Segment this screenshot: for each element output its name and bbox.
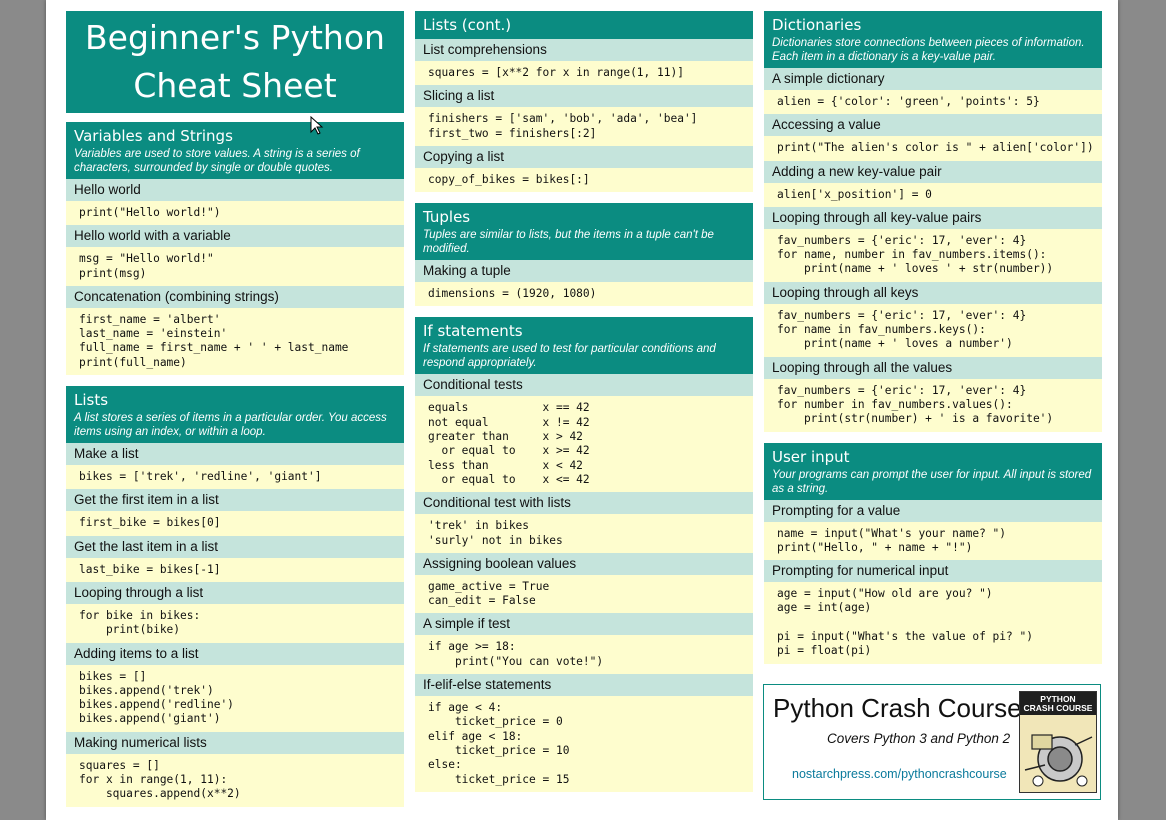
item-label: Prompting for a value xyxy=(764,499,1102,522)
code-snippet: finishers = ['sam', 'bob', 'ada', 'bea']… xyxy=(415,107,753,146)
section-description: Tuples are similar to lists, but the ite… xyxy=(423,229,714,256)
section-lists-cont: Lists (cont.) List comprehensions squares … xyxy=(415,11,753,193)
section-header: Tuples Tuples are similar to lists, but t… xyxy=(415,203,753,261)
item-label: If-elif-else statements xyxy=(415,674,753,697)
column-3: Dictionaries Dictionaries store connectio… xyxy=(764,0,1102,664)
item-label: Get the first item in a list xyxy=(66,489,404,512)
book-cover-image: PYTHON CRASH COURSE xyxy=(1019,691,1097,793)
item-label: Adding a new key-value pair xyxy=(764,160,1102,183)
code-snippet: 'trek' in bikes 'surly' not in bikes xyxy=(415,514,753,553)
item-label: A simple dictionary xyxy=(764,68,1102,90)
code-snippet: if age < 4: ticket_price = 0 elif age < … xyxy=(415,696,753,792)
code-snippet: squares = [x**2 for x in range(1, 11)] xyxy=(415,61,753,86)
section-title: If statements xyxy=(423,322,523,341)
section-description: A list stores a series of items in a par… xyxy=(74,412,387,439)
item-label: Looping through all the values xyxy=(764,356,1102,379)
section-dictionaries: Dictionaries Dictionaries store connectio… xyxy=(764,11,1102,432)
code-snippet: last_bike = bikes[-1] xyxy=(66,557,404,582)
item-label: Making a tuple xyxy=(415,260,753,283)
column-2: Lists (cont.) List comprehensions squares … xyxy=(415,0,753,792)
section-description: Dictionaries store connections between p… xyxy=(772,37,1085,63)
code-snippet: print("Hello world!") xyxy=(66,201,404,226)
section-title: Dictionaries xyxy=(772,16,862,34)
section-header: Dictionaries Dictionaries store connectio… xyxy=(764,11,1102,68)
code-snippet: game_active = True can_edit = False xyxy=(415,574,753,614)
section-description: Variables are used to store values. A st… xyxy=(74,148,360,174)
item-label: Assigning boolean values xyxy=(415,552,753,575)
code-snippet: fav_numbers = {'eric': 17, 'ever': 4} fo… xyxy=(764,303,1102,357)
sheet-title: Beginner's Python Cheat Sheet xyxy=(85,18,385,105)
item-label: Hello world xyxy=(66,179,404,201)
code-snippet: first_name = 'albert' last_name = 'einst… xyxy=(66,307,404,376)
code-snippet: msg = "Hello world!" print(msg) xyxy=(66,247,404,286)
section-title: User input xyxy=(772,447,850,466)
code-snippet: age = input("How old are you? ") age = i… xyxy=(764,582,1102,664)
code-snippet: fav_numbers = {'eric': 17, 'ever': 4} fo… xyxy=(764,228,1102,282)
section-description: If statements are used to test for parti… xyxy=(423,343,716,370)
item-label: Slicing a list xyxy=(415,85,753,108)
promo-subtitle: Covers Python 3 and Python 2 xyxy=(827,731,1011,746)
code-snippet: bikes = ['trek', 'redline', 'giant'] xyxy=(66,465,404,490)
item-label: Get the last item in a list xyxy=(66,535,404,558)
item-label: Adding items to a list xyxy=(66,642,404,665)
promo-title: Python Crash Course xyxy=(773,693,1022,723)
code-snippet: first_bike = bikes[0] xyxy=(66,511,404,536)
section-lists: Lists A list stores a series of items in … xyxy=(66,386,404,807)
section-if-statements: If statements If statements are used to t… xyxy=(415,317,753,792)
item-label: Accessing a value xyxy=(764,114,1102,137)
item-label: Conditional test with lists xyxy=(415,492,753,515)
item-label: Make a list xyxy=(66,443,404,466)
code-snippet: copy_of_bikes = bikes[:] xyxy=(415,167,753,193)
mouse-cursor-icon xyxy=(310,116,324,135)
code-snippet: bikes = [] bikes.append('trek') bikes.ap… xyxy=(66,664,404,732)
section-header: Lists A list stores a series of items in … xyxy=(66,386,404,444)
item-label: Concatenation (combining strings) xyxy=(66,285,404,308)
item-label: Making numerical lists xyxy=(66,731,404,754)
code-snippet: alien['x_position'] = 0 xyxy=(764,182,1102,207)
column-2-sections: Lists (cont.) List comprehensions squares … xyxy=(415,11,753,792)
code-snippet: if age >= 18: print("You can vote!") xyxy=(415,635,753,675)
item-label: Hello world with a variable xyxy=(66,225,404,248)
section-title: Tuples xyxy=(423,208,471,227)
section-title: Lists (cont.) xyxy=(423,16,512,34)
section-header: Lists (cont.) xyxy=(415,11,753,39)
section-user-input: User input Your programs can prompt the u… xyxy=(764,442,1102,664)
item-label: A simple if test xyxy=(415,613,753,636)
sheet-title-box: Beginner's Python Cheat Sheet xyxy=(66,11,404,113)
section-title: Lists xyxy=(74,391,109,410)
item-label: Conditional tests xyxy=(415,374,753,397)
item-label: Copying a list xyxy=(415,145,753,168)
code-snippet: squares = [] for x in range(1, 11): squa… xyxy=(66,753,404,807)
column-1: Beginner's Python Cheat Sheet Variables … xyxy=(66,0,404,807)
item-label: List comprehensions xyxy=(415,39,753,61)
code-snippet: print("The alien's color is " + alien['c… xyxy=(764,136,1102,161)
code-snippet: fav_numbers = {'eric': 17, 'ever': 4} fo… xyxy=(764,378,1102,432)
book-promo[interactable]: Python Crash Course Covers Python 3 and … xyxy=(763,684,1101,800)
code-snippet: dimensions = (1920, 1080) xyxy=(415,282,753,307)
section-header: User input Your programs can prompt the u… xyxy=(764,442,1102,500)
item-label: Prompting for numerical input xyxy=(764,560,1102,583)
promo-link[interactable]: nostarchpress.com/pythoncrashcourse xyxy=(792,767,1007,781)
code-snippet: equals x == 42 not equal x != 42 greater… xyxy=(415,396,753,493)
section-variables-and-strings: Variables and Strings Variables are used … xyxy=(66,122,404,376)
code-snippet: for bike in bikes: print(bike) xyxy=(66,603,404,643)
item-label: Looping through all key-value pairs xyxy=(764,206,1102,229)
section-header: Variables and Strings Variables are used … xyxy=(66,122,404,179)
item-label: Looping through all keys xyxy=(764,281,1102,304)
item-label: Looping through a list xyxy=(66,581,404,604)
section-tuples: Tuples Tuples are similar to lists, but t… xyxy=(415,203,753,307)
robot-illustration-icon xyxy=(1024,734,1093,787)
column-1-sections: Variables and Strings Variables are used … xyxy=(66,122,404,807)
book-cover-title: PYTHON CRASH COURSE xyxy=(1020,692,1096,715)
section-description: Your programs can prompt the user for in… xyxy=(772,468,1092,495)
code-snippet: alien = {'color': 'green', 'points': 5} xyxy=(764,90,1102,115)
code-snippet: name = input("What's your name? ") print… xyxy=(764,521,1102,561)
column-3-sections: Dictionaries Dictionaries store connectio… xyxy=(764,11,1102,664)
section-title: Variables and Strings xyxy=(74,127,233,145)
section-header: If statements If statements are used to t… xyxy=(415,317,753,375)
